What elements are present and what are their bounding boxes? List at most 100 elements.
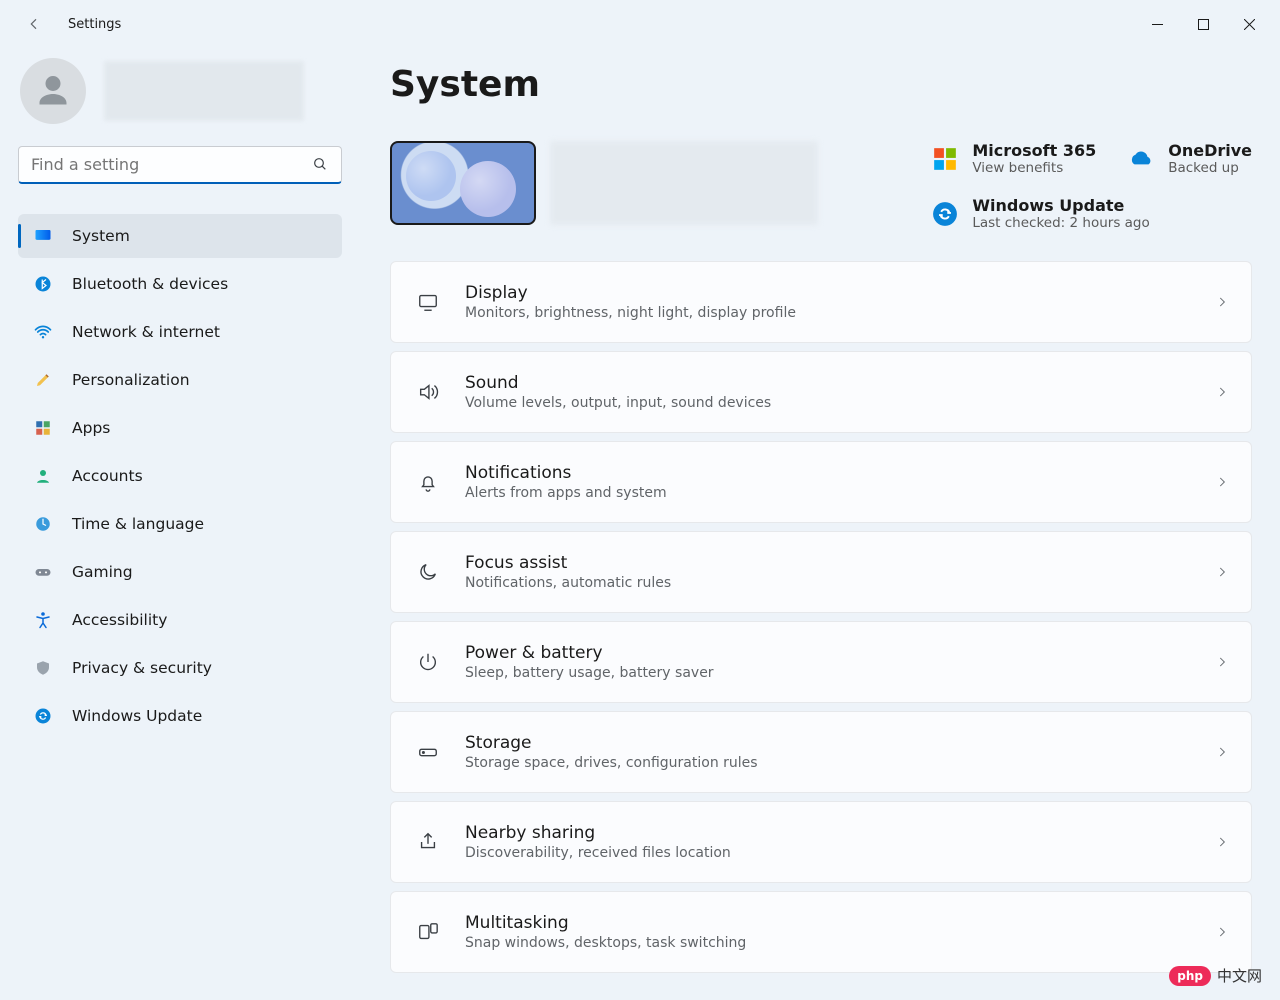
watermark: php 中文网 [1169, 965, 1262, 986]
search-input[interactable] [18, 146, 342, 184]
status-subtitle: View benefits [972, 160, 1096, 176]
avatar [20, 58, 86, 124]
title-bar: Settings [0, 0, 1280, 48]
sidebar-item-label: Privacy & security [72, 659, 212, 677]
watermark-badge: php [1169, 966, 1211, 986]
main-content: System Microsoft 365 View benefits [360, 48, 1280, 1000]
tile-subtitle: Monitors, brightness, night light, displ… [465, 305, 1215, 321]
update-icon [32, 705, 54, 727]
chevron-right-icon [1215, 834, 1231, 850]
tile-nearby-sharing[interactable]: Nearby sharing Discoverability, received… [390, 801, 1252, 883]
tile-storage[interactable]: Storage Storage space, drives, configura… [390, 711, 1252, 793]
sidebar-item-label: Time & language [72, 515, 204, 533]
tile-subtitle: Notifications, automatic rules [465, 575, 1215, 591]
tile-title: Multitasking [465, 913, 1215, 933]
sidebar-item-accessibility[interactable]: Accessibility [18, 598, 342, 642]
clock-globe-icon [32, 513, 54, 535]
windows-update-icon [932, 201, 958, 227]
tile-multitasking[interactable]: Multitasking Snap windows, desktops, tas… [390, 891, 1252, 973]
chevron-right-icon [1215, 294, 1231, 310]
tile-title: Power & battery [465, 643, 1215, 663]
tile-subtitle: Volume levels, output, input, sound devi… [465, 395, 1215, 411]
tile-title: Storage [465, 733, 1215, 753]
chevron-right-icon [1215, 924, 1231, 940]
search-icon [312, 156, 328, 172]
page-title: System [390, 64, 1252, 105]
user-name-redacted [104, 61, 304, 121]
tile-power-battery[interactable]: Power & battery Sleep, battery usage, ba… [390, 621, 1252, 703]
status-subtitle: Last checked: 2 hours ago [972, 215, 1149, 231]
status-title: Windows Update [972, 196, 1149, 215]
sidebar-item-accounts[interactable]: Accounts [18, 454, 342, 498]
sidebar-item-label: Apps [72, 419, 110, 437]
display-icon [415, 289, 441, 315]
moon-icon [415, 559, 441, 585]
chevron-right-icon [1215, 384, 1231, 400]
sidebar-item-gaming[interactable]: Gaming [18, 550, 342, 594]
tile-sound[interactable]: Sound Volume levels, output, input, soun… [390, 351, 1252, 433]
close-button[interactable] [1226, 8, 1272, 40]
nav-list: System Bluetooth & devices Network & int… [18, 214, 342, 742]
sidebar-item-label: Accounts [72, 467, 143, 485]
tile-notifications[interactable]: Notifications Alerts from apps and syste… [390, 441, 1252, 523]
device-name-redacted [550, 141, 818, 225]
gamepad-icon [32, 561, 54, 583]
onedrive-icon [1128, 146, 1154, 172]
paintbrush-icon [32, 369, 54, 391]
app-name: Settings [68, 17, 121, 32]
maximize-button[interactable] [1180, 8, 1226, 40]
chevron-right-icon [1215, 564, 1231, 580]
sidebar-item-label: Bluetooth & devices [72, 275, 228, 293]
status-windows-update[interactable]: Windows Update Last checked: 2 hours ago [932, 196, 1252, 231]
watermark-text: 中文网 [1217, 965, 1262, 986]
tile-subtitle: Storage space, drives, configuration rul… [465, 755, 1215, 771]
device-thumbnail[interactable] [390, 141, 536, 225]
device-info-row: Microsoft 365 View benefits OneDrive Bac… [390, 141, 1252, 231]
status-subtitle: Backed up [1168, 160, 1252, 176]
status-microsoft-365[interactable]: Microsoft 365 View benefits [932, 141, 1096, 176]
tile-title: Sound [465, 373, 1215, 393]
sidebar-item-label: System [72, 227, 130, 245]
tile-subtitle: Discoverability, received files location [465, 845, 1215, 861]
sidebar-item-system[interactable]: System [18, 214, 342, 258]
chevron-right-icon [1215, 474, 1231, 490]
accounts-icon [32, 465, 54, 487]
sidebar-item-time-language[interactable]: Time & language [18, 502, 342, 546]
bell-icon [415, 469, 441, 495]
sound-icon [415, 379, 441, 405]
tile-title: Focus assist [465, 553, 1215, 573]
status-onedrive[interactable]: OneDrive Backed up [1128, 141, 1252, 176]
window-controls [1134, 8, 1272, 40]
status-title: Microsoft 365 [972, 141, 1096, 160]
sidebar-item-network[interactable]: Network & internet [18, 310, 342, 354]
tile-focus-assist[interactable]: Focus assist Notifications, automatic ru… [390, 531, 1252, 613]
sidebar-item-windows-update[interactable]: Windows Update [18, 694, 342, 738]
power-icon [415, 649, 441, 675]
back-button[interactable] [18, 8, 50, 40]
status-title: OneDrive [1168, 141, 1252, 160]
sidebar-item-privacy[interactable]: Privacy & security [18, 646, 342, 690]
sidebar-item-personalization[interactable]: Personalization [18, 358, 342, 402]
sidebar-item-apps[interactable]: Apps [18, 406, 342, 450]
tile-title: Notifications [465, 463, 1215, 483]
tile-subtitle: Snap windows, desktops, task switching [465, 935, 1215, 951]
sidebar-item-label: Network & internet [72, 323, 220, 341]
accessibility-icon [32, 609, 54, 631]
sidebar: System Bluetooth & devices Network & int… [0, 48, 360, 1000]
tile-subtitle: Sleep, battery usage, battery saver [465, 665, 1215, 681]
tile-display[interactable]: Display Monitors, brightness, night ligh… [390, 261, 1252, 343]
settings-tile-list: Display Monitors, brightness, night ligh… [390, 261, 1252, 973]
chevron-right-icon [1215, 744, 1231, 760]
status-grid: Microsoft 365 View benefits OneDrive Bac… [932, 141, 1252, 231]
bluetooth-icon [32, 273, 54, 295]
search-box[interactable] [18, 146, 342, 184]
tile-subtitle: Alerts from apps and system [465, 485, 1215, 501]
minimize-button[interactable] [1134, 8, 1180, 40]
apps-icon [32, 417, 54, 439]
sidebar-item-label: Personalization [72, 371, 190, 389]
tile-title: Nearby sharing [465, 823, 1215, 843]
chevron-right-icon [1215, 654, 1231, 670]
sidebar-item-bluetooth[interactable]: Bluetooth & devices [18, 262, 342, 306]
profile-block[interactable] [20, 58, 342, 124]
storage-icon [415, 739, 441, 765]
